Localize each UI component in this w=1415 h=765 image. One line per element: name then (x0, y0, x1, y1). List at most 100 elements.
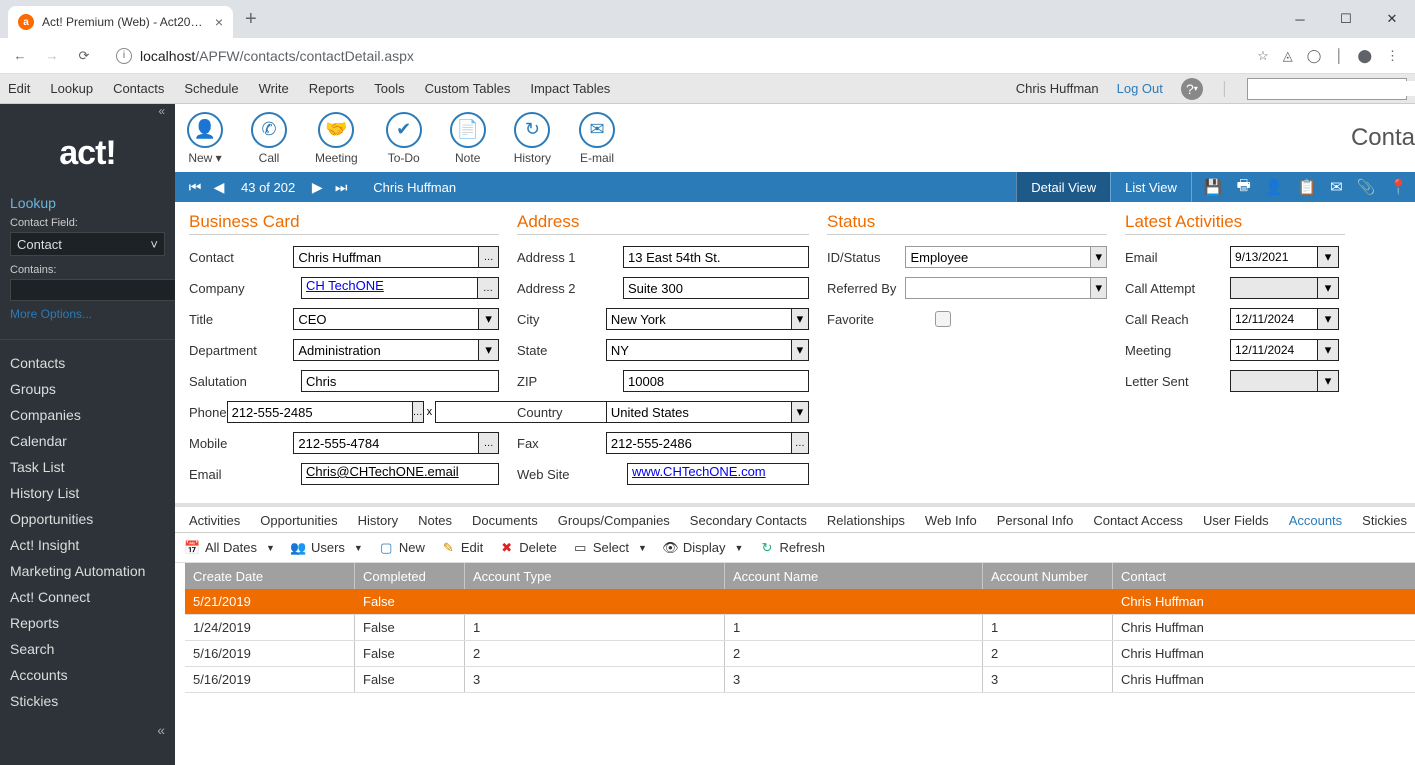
mobile-input[interactable] (293, 432, 479, 454)
maximize-icon[interactable]: ☐ (1323, 0, 1369, 38)
nav-act-insight[interactable]: Act! Insight (0, 532, 175, 558)
la-letter-date[interactable] (1230, 370, 1318, 392)
tab-personal-info[interactable]: Personal Info (997, 513, 1074, 528)
info-icon[interactable]: i (116, 48, 132, 64)
nav-calendar[interactable]: Calendar (0, 428, 175, 454)
tab-stickies[interactable]: Stickies (1362, 513, 1407, 528)
company-lookup-icon[interactable]: … (477, 277, 499, 299)
tab-notes[interactable]: Notes (418, 513, 452, 528)
reload-icon[interactable]: ⟳ (74, 46, 94, 66)
menu-lookup[interactable]: Lookup (50, 81, 93, 96)
ribbon-email[interactable]: ✉E-mail (579, 112, 615, 165)
la-meeting-date[interactable]: 12/11/2024 (1230, 339, 1318, 361)
addr2-input[interactable] (623, 277, 809, 299)
la-attempt-date[interactable] (1230, 277, 1318, 299)
th-completed[interactable]: Completed (355, 563, 465, 589)
menu-impact-tables[interactable]: Impact Tables (530, 81, 610, 96)
first-record-icon[interactable]: ⏮ (183, 179, 207, 196)
nav-task-list[interactable]: Task List (0, 454, 175, 480)
company-input[interactable]: CH TechONE (301, 277, 478, 299)
logout-link[interactable]: Log Out (1117, 81, 1163, 96)
menu-icon[interactable]: ⋮ (1386, 48, 1399, 64)
menu-reports[interactable]: Reports (309, 81, 355, 96)
fax-input[interactable] (606, 432, 792, 454)
sidebar-collapse-icon[interactable]: « (0, 104, 175, 122)
save-icon[interactable]: 💾 (1204, 178, 1223, 196)
la-email-date[interactable]: 9/13/2021 (1230, 246, 1318, 268)
nav-contacts[interactable]: Contacts (0, 350, 175, 376)
nav-reports[interactable]: Reports (0, 610, 175, 636)
nav-opportunities[interactable]: Opportunities (0, 506, 175, 532)
more-options-link[interactable]: More Options... (10, 307, 165, 321)
tab-documents[interactable]: Documents (472, 513, 538, 528)
tab-opportunities[interactable]: Opportunities (260, 513, 337, 528)
menu-contacts[interactable]: Contacts (113, 81, 164, 96)
next-record-icon[interactable]: ▶ (305, 179, 329, 196)
mobile-format-icon[interactable]: … (478, 432, 499, 454)
state-input[interactable] (606, 339, 792, 361)
nav-act-connect[interactable]: Act! Connect (0, 584, 175, 610)
ribbon-meeting[interactable]: 🤝Meeting (315, 112, 358, 165)
phone-format-icon[interactable]: … (412, 401, 424, 423)
contains-input[interactable] (10, 279, 189, 301)
th-contact[interactable]: Contact (1113, 563, 1415, 589)
table-row[interactable]: 5/16/2019False333Chris Huffman (185, 667, 1415, 693)
url-bar[interactable]: i localhost/APFW/contacts/contactDetail.… (106, 48, 1245, 64)
favorite-checkbox[interactable] (935, 311, 951, 327)
pin-icon[interactable]: 📍 (1389, 178, 1408, 196)
title-dropdown-icon[interactable]: ▾ (478, 308, 499, 330)
la-reach-date[interactable]: 12/11/2024 (1230, 308, 1318, 330)
th-account-number[interactable]: Account Number (983, 563, 1113, 589)
nav-search[interactable]: Search (0, 636, 175, 662)
detail-view-button[interactable]: Detail View (1016, 172, 1110, 202)
browser-tab[interactable]: a Act! Premium (Web) - Act2019De × (8, 6, 233, 38)
print-icon[interactable]: 🖶 (1237, 175, 1251, 200)
nav-marketing-automation[interactable]: Marketing Automation (0, 558, 175, 584)
th-create-date[interactable]: Create Date (185, 563, 355, 589)
star-icon[interactable]: ☆ (1257, 48, 1269, 64)
country-input[interactable] (606, 401, 792, 423)
department-dropdown-icon[interactable]: ▾ (478, 339, 499, 361)
city-input[interactable] (606, 308, 792, 330)
tool-display[interactable]: 👁Display ▼ (663, 540, 744, 555)
nav-groups[interactable]: Groups (0, 376, 175, 402)
website-link[interactable]: www.CHTechONE.com (632, 464, 766, 479)
doc-icon[interactable]: 📋 (1297, 178, 1316, 196)
email-value[interactable]: Chris@CHTechONE.email (306, 464, 459, 479)
tool-new[interactable]: ▢New (379, 540, 425, 555)
country-dropdown-icon[interactable]: ▾ (791, 401, 809, 423)
ribbon-history[interactable]: ↻History (514, 112, 551, 165)
filter-users[interactable]: 👥Users ▼ (291, 540, 363, 555)
tab-user-fields[interactable]: User Fields (1203, 513, 1269, 528)
fax-format-icon[interactable]: … (791, 432, 809, 454)
city-dropdown-icon[interactable]: ▾ (791, 308, 809, 330)
website-input[interactable]: www.CHTechONE.com (627, 463, 809, 485)
nav-history-list[interactable]: History List (0, 480, 175, 506)
list-view-button[interactable]: List View (1110, 172, 1191, 202)
tab-accounts[interactable]: Accounts (1289, 513, 1342, 528)
title-input[interactable] (293, 308, 479, 330)
back-icon[interactable]: ← (10, 46, 30, 66)
help-icon[interactable]: ?▾ (1181, 78, 1203, 100)
table-row[interactable]: 5/16/2019False222Chris Huffman (185, 641, 1415, 667)
tool-select[interactable]: ▭Select ▼ (573, 540, 647, 555)
tool-edit[interactable]: ✎Edit (441, 540, 483, 555)
tab-close-icon[interactable]: × (215, 14, 223, 30)
nav-stickies[interactable]: Stickies (0, 688, 175, 714)
menu-write[interactable]: Write (259, 81, 289, 96)
minimize-icon[interactable]: ─ (1277, 0, 1323, 38)
nav-accounts[interactable]: Accounts (0, 662, 175, 688)
drive-icon[interactable]: ◬ (1283, 48, 1293, 64)
menu-custom-tables[interactable]: Custom Tables (425, 81, 511, 96)
ribbon-new[interactable]: 👤New ▾ (187, 112, 223, 165)
la-reach-dropdown-icon[interactable]: ▾ (1317, 308, 1339, 330)
menu-edit[interactable]: Edit (8, 81, 30, 96)
nav-collapse-icon[interactable]: « (0, 716, 175, 744)
referredby-dropdown-icon[interactable]: ▾ (1090, 277, 1107, 299)
th-account-name[interactable]: Account Name (725, 563, 983, 589)
contact-input[interactable] (293, 246, 479, 268)
contact-field-select[interactable]: Contact ˅ (10, 232, 165, 256)
ribbon-todo[interactable]: ✔To-Do (386, 112, 422, 165)
la-meeting-dropdown-icon[interactable]: ▾ (1317, 339, 1339, 361)
tab-secondary-contacts[interactable]: Secondary Contacts (690, 513, 807, 528)
